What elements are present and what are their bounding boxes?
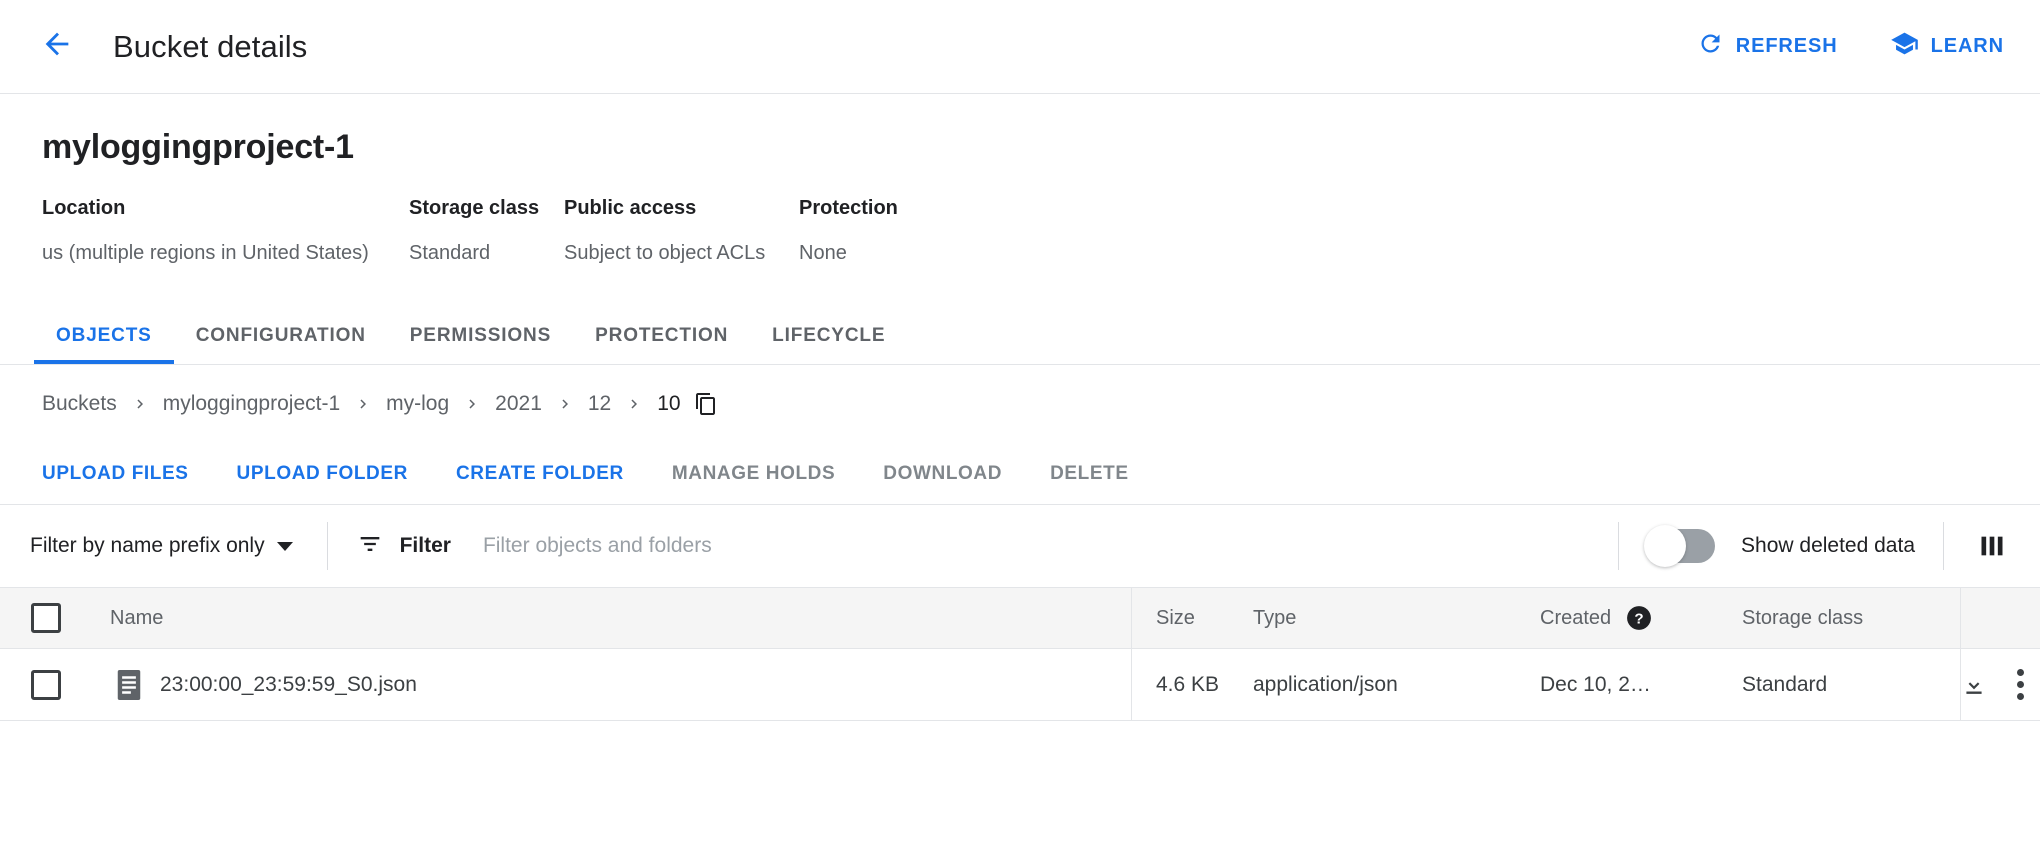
file-json-icon — [116, 670, 142, 700]
manage-holds-button: MANAGE HOLDS — [672, 463, 835, 485]
table-header-row: Name Size Type Created ? Storage class — [0, 587, 2040, 649]
chevron-right-icon — [463, 395, 481, 413]
kebab-dot — [2017, 681, 2024, 688]
chevron-right-icon — [354, 395, 372, 413]
column-header-name-label: Name — [110, 607, 163, 630]
meta-public-access-value: Subject to object ACLs — [564, 242, 799, 265]
bucket-tabs: OBJECTS CONFIGURATION PERMISSIONS PROTEC… — [0, 303, 2040, 365]
delete-button: DELETE — [1050, 463, 1129, 485]
bucket-name: myloggingproject-1 — [42, 128, 1998, 167]
learn-button[interactable]: LEARN — [1890, 29, 2004, 64]
tab-objects[interactable]: OBJECTS — [34, 325, 174, 364]
kebab-dot — [2017, 693, 2024, 700]
back-button[interactable] — [30, 20, 84, 74]
toggle-divider — [1618, 522, 1619, 570]
page-title: Bucket details — [113, 29, 307, 65]
refresh-icon — [1697, 30, 1724, 63]
svg-text:?: ? — [1635, 611, 1644, 628]
refresh-label: REFRESH — [1736, 35, 1838, 58]
column-header-created[interactable]: Created ? — [1540, 605, 1740, 631]
meta-protection: Protection None — [799, 197, 898, 265]
upload-files-button[interactable]: UPLOAD FILES — [42, 463, 189, 485]
column-header-size[interactable]: Size — [1132, 607, 1250, 630]
bucket-meta-row: Location us (multiple regions in United … — [42, 197, 1998, 265]
meta-storage-class: Storage class Standard — [409, 197, 564, 265]
tab-configuration[interactable]: CONFIGURATION — [174, 325, 388, 364]
row-actions — [1960, 649, 2040, 720]
show-deleted-data-toggle[interactable] — [1647, 529, 1715, 563]
filter-icon[interactable] — [356, 530, 384, 563]
meta-storage-class-value: Standard — [409, 242, 564, 265]
column-header-type[interactable]: Type — [1250, 607, 1540, 630]
tab-protection[interactable]: PROTECTION — [573, 325, 750, 364]
breadcrumb-item-month[interactable]: 12 — [588, 392, 611, 416]
row-checkbox[interactable] — [31, 670, 61, 700]
columns-icon[interactable] — [1972, 526, 2012, 566]
more-vert-icon[interactable] — [2013, 665, 2028, 704]
help-icon[interactable]: ? — [1626, 605, 1652, 631]
object-action-bar: UPLOAD FILES UPLOAD FOLDER CREATE FOLDER… — [0, 443, 2040, 505]
row-select-cell — [0, 670, 92, 700]
show-deleted-data-label: Show deleted data — [1741, 534, 1915, 558]
create-folder-button[interactable]: CREATE FOLDER — [456, 463, 624, 485]
breadcrumb: Buckets myloggingproject-1 my-log 2021 1… — [0, 365, 2040, 443]
meta-location-value: us (multiple regions in United States) — [42, 242, 409, 265]
breadcrumb-item-year[interactable]: 2021 — [495, 392, 542, 416]
filter-prefix-label: Filter by name prefix only — [30, 534, 265, 558]
column-header-name[interactable]: Name — [92, 588, 1132, 648]
cell-name: 23:00:00_23:59:59_S0.json — [92, 649, 1132, 720]
chevron-down-icon — [277, 542, 293, 551]
arrow-back-icon — [40, 27, 74, 66]
bucket-header: myloggingproject-1 Location us (multiple… — [0, 94, 2040, 265]
copy-icon[interactable] — [694, 392, 718, 416]
meta-protection-label: Protection — [799, 197, 898, 220]
filter-divider — [327, 522, 328, 570]
meta-protection-value: None — [799, 242, 898, 265]
cell-created: Dec 10, 2… — [1540, 673, 1740, 697]
breadcrumb-item-bucket[interactable]: myloggingproject-1 — [163, 392, 340, 416]
filter-input-group: Filter — [356, 530, 1590, 563]
select-all-checkbox[interactable] — [31, 603, 61, 633]
meta-public-access: Public access Subject to object ACLs — [564, 197, 799, 265]
filter-prefix-dropdown[interactable]: Filter by name prefix only — [30, 534, 299, 558]
filter-label: Filter — [400, 534, 451, 558]
breadcrumb-item-day: 10 — [657, 392, 680, 416]
filter-bar-right: Show deleted data — [1590, 522, 2040, 570]
kebab-dot — [2017, 669, 2024, 676]
column-header-actions — [1960, 588, 2040, 648]
tab-permissions[interactable]: PERMISSIONS — [388, 325, 573, 364]
learn-label: LEARN — [1931, 35, 2004, 58]
column-header-storage-class[interactable]: Storage class — [1740, 607, 1960, 630]
chevron-right-icon — [131, 395, 149, 413]
download-icon[interactable] — [1961, 672, 1987, 698]
toggle-knob — [1644, 525, 1686, 567]
tab-lifecycle[interactable]: LIFECYCLE — [750, 325, 907, 364]
select-all-cell — [0, 603, 92, 633]
objects-table: Name Size Type Created ? Storage class — [0, 587, 2040, 721]
breadcrumb-item-buckets[interactable]: Buckets — [42, 392, 117, 416]
download-button: DOWNLOAD — [883, 463, 1002, 485]
meta-location-label: Location — [42, 197, 409, 220]
meta-storage-class-label: Storage class — [409, 197, 564, 220]
table-row[interactable]: 23:00:00_23:59:59_S0.json 4.6 KB applica… — [0, 649, 2040, 721]
meta-public-access-label: Public access — [564, 197, 799, 220]
top-app-bar: Bucket details REFRESH LEARN — [0, 0, 2040, 94]
graduation-cap-icon — [1890, 29, 1919, 64]
cell-storage-class: Standard — [1740, 673, 1960, 697]
cell-type: application/json — [1250, 673, 1540, 697]
breadcrumb-item-my-log[interactable]: my-log — [386, 392, 449, 416]
meta-location: Location us (multiple regions in United … — [42, 197, 409, 265]
filter-input[interactable] — [481, 533, 1005, 559]
object-name-link[interactable]: 23:00:00_23:59:59_S0.json — [160, 673, 417, 697]
chevron-right-icon — [625, 395, 643, 413]
columns-divider — [1943, 522, 1944, 570]
refresh-button[interactable]: REFRESH — [1697, 30, 1838, 63]
filter-bar: Filter by name prefix only Filter Show d… — [0, 505, 2040, 587]
chevron-right-icon — [556, 395, 574, 413]
upload-folder-button[interactable]: UPLOAD FOLDER — [237, 463, 408, 485]
column-header-created-label: Created — [1540, 607, 1611, 630]
cell-size: 4.6 KB — [1132, 673, 1250, 697]
